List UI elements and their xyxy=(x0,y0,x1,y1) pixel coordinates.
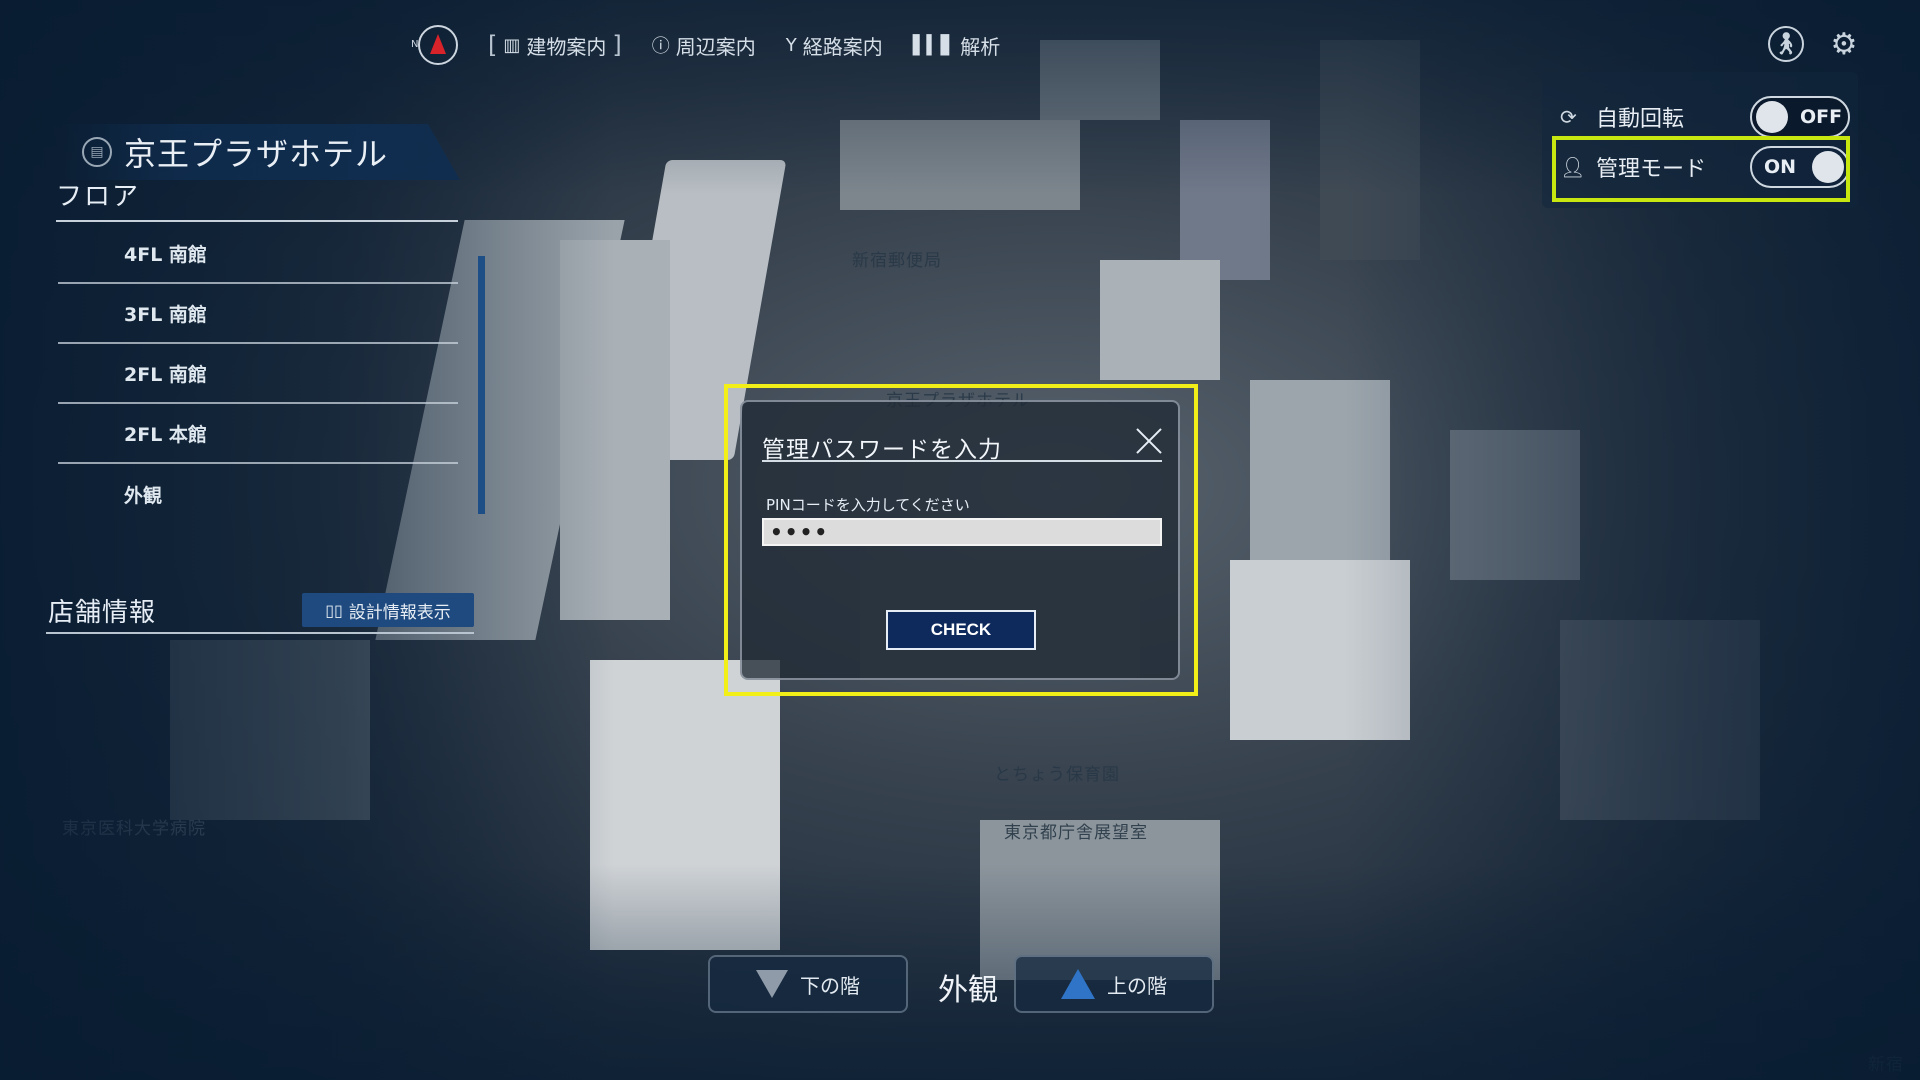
divider xyxy=(46,632,474,634)
floor-item-3fl-south[interactable]: 3FL 南館 xyxy=(58,284,458,344)
building-header: ▤ 京王プラザホテル xyxy=(60,124,460,180)
nav-analytics[interactable]: ▌▍▋ 解析 xyxy=(913,31,1001,60)
nav-area-guide-label: 周辺案内 xyxy=(675,34,756,59)
triangle-up-icon xyxy=(1061,969,1095,999)
divider xyxy=(56,220,458,222)
divider xyxy=(762,460,1162,462)
floor-switcher: 下の階 外観 上の階 xyxy=(706,955,1214,1015)
toggle-knob xyxy=(1756,101,1788,133)
shop-section-heading: 店舗情報 xyxy=(48,598,157,628)
nav-route-guide-label: 経路案内 xyxy=(802,34,883,59)
nav-analytics-label: 解析 xyxy=(960,34,1001,59)
map-label-hospital: 東京医科大学病院 xyxy=(62,819,206,839)
nav-route-guide[interactable]: Y 経路案内 xyxy=(786,31,883,60)
current-floor-label: 外観 xyxy=(938,973,998,1008)
check-button[interactable]: CHECK xyxy=(886,610,1036,650)
dialog-title: 管理パスワードを入力 xyxy=(762,437,1002,463)
admin-mode-highlight-box xyxy=(1552,136,1850,202)
building-name: 京王プラザホテル xyxy=(124,135,389,173)
floor-list: 4FL 南館 3FL 南館 2FL 南館 2FL 本館 外観 xyxy=(58,224,458,524)
floor-up-label: 上の階 xyxy=(1107,973,1167,998)
pin-input[interactable] xyxy=(762,518,1162,546)
map-label-observatory: 東京都庁舎展望室 xyxy=(1004,823,1148,843)
compass-needle-icon xyxy=(430,34,446,54)
nav-building-guide-label: 建物案内 xyxy=(526,34,607,59)
compass-north-label: N xyxy=(411,39,419,50)
floor-down-button[interactable]: 下の階 xyxy=(708,955,908,1013)
floor-up-button[interactable]: 上の階 xyxy=(1014,955,1214,1013)
auto-rotate-toggle[interactable]: OFF xyxy=(1750,96,1850,138)
bracket-left-icon: [ xyxy=(488,31,498,59)
auto-rotate-row: ⟳ 自動回転 OFF xyxy=(1560,94,1850,140)
floor-item-2fl-south[interactable]: 2FL 南館 xyxy=(58,344,458,404)
auto-rotate-label: 自動回転 xyxy=(1596,107,1685,132)
floor-list-scrollbar[interactable] xyxy=(478,256,485,514)
admin-password-dialog: 管理パスワードを入力 PINコードを入力してください CHECK xyxy=(740,400,1180,680)
triangle-down-icon xyxy=(756,970,788,998)
close-icon[interactable] xyxy=(1134,426,1164,456)
bracket-right-icon: ] xyxy=(612,31,622,59)
rotate-camera-icon: ⟳ xyxy=(1560,105,1577,129)
floor-section-heading: フロア xyxy=(56,182,141,212)
floor-item-4fl-south[interactable]: 4FL 南館 xyxy=(58,224,458,284)
map-label-nursery: とちょう保育園 xyxy=(994,765,1120,785)
building-icon: ▥ xyxy=(503,34,521,56)
design-info-button[interactable]: ▯▯ 設計情報表示 xyxy=(302,593,474,627)
nav-building-guide[interactable]: [ ▥ 建物案内 ] xyxy=(488,31,622,60)
map-label-post-office: 新宿郵便局 xyxy=(852,251,942,271)
floor-item-exterior[interactable]: 外観 xyxy=(58,464,458,524)
map-label-corner: 新宿 xyxy=(1868,1055,1904,1075)
floor-item-2fl-main[interactable]: 2FL 本館 xyxy=(58,404,458,464)
auto-rotate-state: OFF xyxy=(1800,106,1843,128)
building-circle-icon: ▤ xyxy=(82,137,112,167)
nav-area-guide[interactable]: ⓘ 周辺案内 xyxy=(652,31,756,60)
walking-person-icon[interactable]: 🚶︎ xyxy=(1768,26,1804,62)
floor-down-label: 下の階 xyxy=(800,973,860,998)
gear-icon[interactable]: ⚙ xyxy=(1826,26,1862,62)
route-icon: Y xyxy=(785,34,797,56)
info-icon: ⓘ xyxy=(651,36,670,57)
analytics-icon: ▌▍▋ xyxy=(912,34,955,56)
blueprint-icon: ▯▯ xyxy=(325,600,343,620)
compass-button[interactable]: N xyxy=(411,25,458,65)
design-info-label: 設計情報表示 xyxy=(348,602,451,623)
top-navigation: N [ ▥ 建物案内 ] ⓘ 周辺案内 Y 経路案内 ▌▍▋ 解析 xyxy=(411,24,1001,66)
pin-label: PINコードを入力してください xyxy=(766,496,970,514)
